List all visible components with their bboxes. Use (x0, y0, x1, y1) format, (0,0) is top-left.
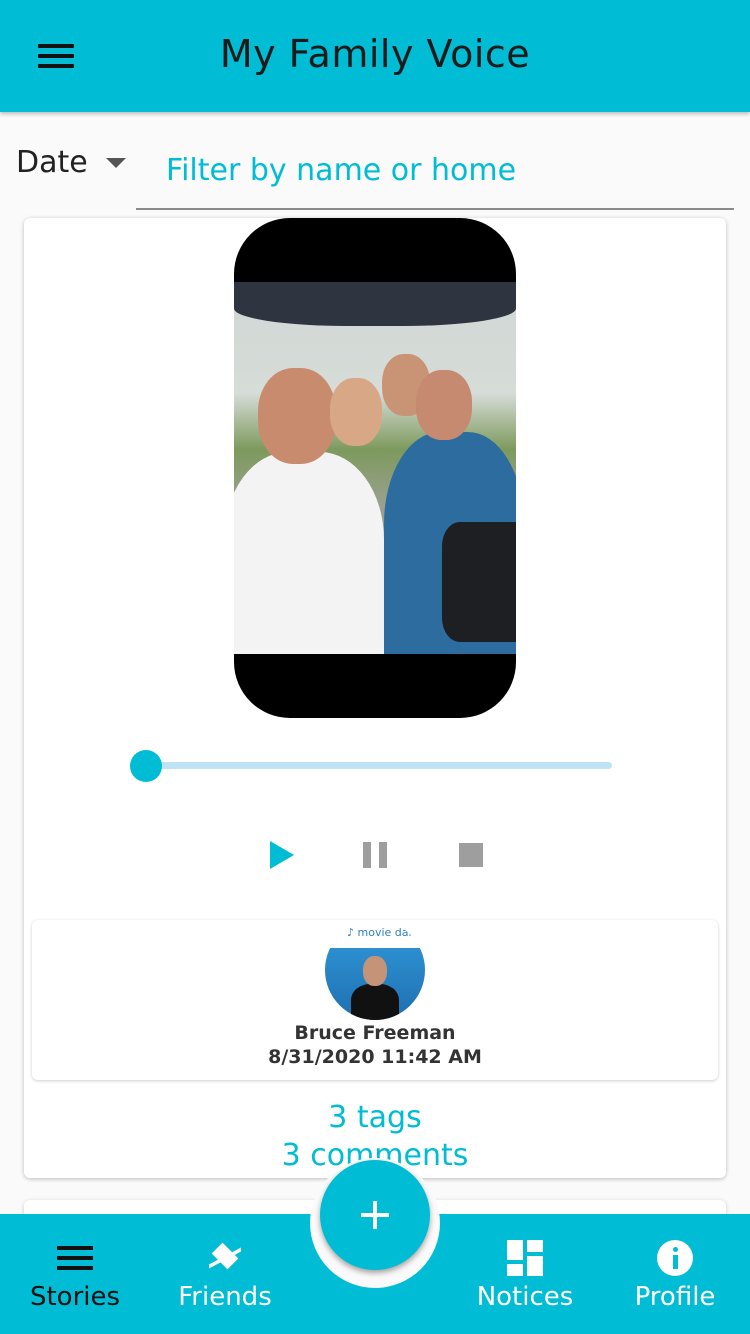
play-icon[interactable] (264, 838, 298, 872)
tab-label: Stories (29, 1282, 121, 1312)
tab-label: Notices (476, 1282, 574, 1312)
story-image-frame (234, 218, 516, 718)
story-card: ♪ movie daily Bruce Freeman 8/31/2020 11… (24, 218, 726, 1178)
info-icon (657, 1240, 693, 1276)
add-story-button[interactable] (320, 1160, 430, 1270)
author-name: Bruce Freeman (294, 1022, 456, 1044)
tab-notices[interactable]: Notices (450, 1214, 600, 1334)
tab-label: Friends (178, 1282, 272, 1312)
avatar[interactable]: ♪ movie daily (325, 920, 425, 1020)
story-date: 8/31/2020 11:42 AM (268, 1046, 482, 1068)
tab-friends[interactable]: Friends (150, 1214, 300, 1334)
tags-link[interactable]: 3 tags (24, 1100, 726, 1135)
avatar-logo: ♪ movie daily (347, 926, 422, 939)
layers-icon (207, 1240, 243, 1276)
slider-handle[interactable] (130, 750, 162, 782)
chevron-down-icon (105, 158, 126, 168)
sort-label: Date (16, 144, 88, 180)
stop-icon[interactable] (456, 840, 486, 870)
story-photo[interactable] (234, 282, 516, 654)
author-info: ♪ movie daily Bruce Freeman 8/31/2020 11… (32, 920, 718, 1080)
pause-icon[interactable] (360, 840, 390, 870)
page-title: My Family Voice (219, 32, 531, 76)
tab-stories[interactable]: Stories (0, 1214, 150, 1334)
slider-track[interactable] (144, 762, 612, 769)
playback-controls (24, 830, 726, 880)
audio-progress-slider[interactable] (130, 750, 630, 782)
tab-profile[interactable]: Profile (600, 1214, 750, 1334)
app-bar: My Family Voice (0, 0, 750, 112)
tab-label: Profile (634, 1282, 716, 1312)
sort-dropdown[interactable]: Date (16, 140, 126, 184)
list-icon (57, 1240, 93, 1276)
search-input[interactable] (136, 132, 734, 210)
dashboard-icon (507, 1240, 543, 1276)
